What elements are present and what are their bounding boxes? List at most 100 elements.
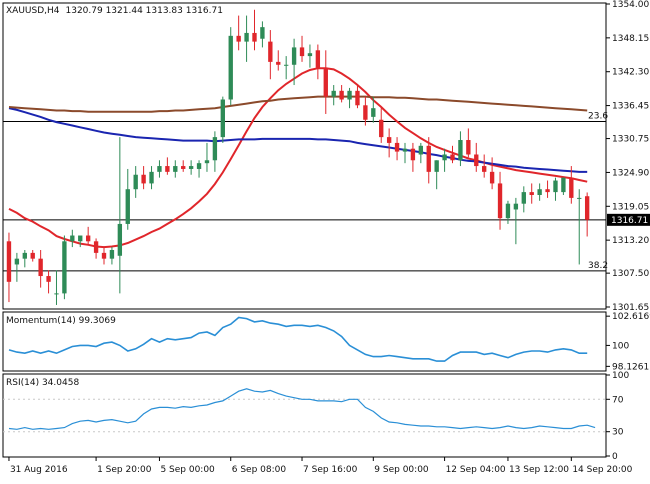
candle-body — [149, 171, 154, 184]
candle-body — [355, 90, 360, 106]
time-axis-label: 31 Aug 2016 — [10, 465, 68, 475]
candle-body — [291, 47, 297, 65]
rsi-axis-label: 70 — [612, 395, 624, 405]
candle-body — [569, 177, 574, 198]
time-axis-label: 5 Sep 00:00 — [160, 465, 215, 475]
symbol-label: XAUUSD,H4 — [6, 6, 60, 16]
candle-body — [196, 163, 202, 169]
candle-body — [85, 235, 91, 242]
price-axis-label: 1354.00 — [612, 0, 649, 10]
candle-bullish — [220, 96, 225, 143]
time-axis-label: 13 Sep 12:00 — [509, 465, 569, 475]
candle-body — [260, 27, 265, 39]
candle-body — [584, 196, 590, 220]
candle-body — [513, 203, 519, 210]
trading-chart: 1354.00 1348.15 1342.30 1336.45 1330.75 1324.… — [0, 0, 650, 480]
current-price-label: 1316.71 — [611, 216, 648, 226]
candle-body — [157, 166, 162, 172]
candle-body — [379, 119, 384, 138]
price-axis-label: 1330.75 — [612, 135, 649, 145]
candle-body — [299, 47, 305, 57]
candle-body — [117, 223, 123, 256]
candle-body — [418, 145, 424, 155]
momentum-axis-label: 102.6169 — [612, 312, 650, 322]
candle-body — [450, 154, 455, 161]
candle-bullish — [228, 27, 233, 106]
momentum-axis-label: 100 — [612, 341, 629, 351]
time-axis-label: 1 Sep 20:00 — [97, 465, 152, 475]
current-price-marker: 1316.71 — [607, 213, 650, 226]
candle-body — [307, 53, 313, 57]
price-axis-label: 1324.90 — [612, 168, 649, 178]
rsi-title: RSI(14) 34.0458 — [6, 378, 79, 388]
candle-body — [6, 241, 12, 282]
candle-body — [14, 258, 20, 265]
candle-body — [331, 90, 336, 97]
time-axis-label: 6 Sep 08:00 — [232, 465, 287, 475]
candle-body — [204, 160, 210, 164]
momentum-title: Momentum(14) 99.3069 — [6, 316, 116, 326]
candle-body — [537, 189, 542, 196]
candle-body — [347, 90, 352, 100]
price-axis-label: 1313.20 — [612, 236, 649, 246]
candle-body — [315, 50, 321, 68]
candle-body — [22, 252, 27, 259]
candle-body — [78, 235, 83, 242]
candle-body — [521, 192, 526, 204]
price-axis-label: 1348.15 — [612, 34, 649, 44]
candle-body — [276, 61, 281, 65]
price-axis-label: 1319.05 — [612, 202, 649, 212]
candle-body — [363, 105, 368, 120]
candle-body — [212, 137, 218, 161]
candle-body — [489, 171, 495, 184]
candle-body — [497, 183, 503, 219]
candle-body — [426, 145, 431, 172]
candle-body — [38, 258, 43, 277]
candle-body — [54, 293, 59, 295]
candle-body — [545, 189, 550, 193]
candle-body — [62, 241, 67, 294]
candle-body — [505, 203, 511, 219]
candle-body — [220, 99, 225, 138]
price-axis-label: 1307.50 — [612, 269, 649, 279]
candle-body — [244, 32, 249, 42]
candle-body — [402, 148, 408, 152]
price-axis-label: 1342.30 — [612, 68, 649, 78]
candle-body — [410, 148, 416, 161]
candle-body — [553, 180, 558, 193]
candle-body — [442, 154, 447, 161]
candle-body — [268, 41, 273, 62]
candle-body — [236, 35, 241, 42]
candle-body — [394, 142, 400, 152]
chart-container: 1354.00 1348.15 1342.30 1336.45 1330.75 1324.… — [0, 0, 650, 480]
time-axis-label: 14 Sep 20:00 — [572, 465, 632, 475]
rsi-axis-label: 0 — [612, 452, 618, 462]
time-axis-label: 12 Sep 04:00 — [446, 465, 506, 475]
candle-body — [252, 32, 257, 42]
candle-body — [93, 241, 99, 253]
price-axis-label: 1336.45 — [612, 102, 649, 112]
ohlc-label: 1320.79 1321.44 1313.83 1316.71 — [66, 6, 223, 16]
fib-level-label: 38.2 — [588, 261, 608, 271]
symbol-header: XAUUSD,H4 1320.79 1321.44 1313.83 1316.71 — [6, 6, 223, 16]
candle-body — [577, 197, 582, 199]
candle-body — [284, 64, 289, 66]
candle-body — [141, 174, 146, 184]
candle-body — [458, 140, 463, 161]
candle-body — [165, 166, 170, 172]
candle-body — [371, 108, 376, 117]
candle-bullish — [62, 235, 67, 300]
candle-body — [133, 174, 138, 190]
rsi-axis-label: 100 — [612, 371, 629, 381]
candle-body — [561, 177, 566, 193]
candle-body — [30, 252, 35, 259]
candle-body — [101, 252, 107, 259]
candle-body — [466, 140, 471, 155]
rsi-axis-label: 30 — [612, 428, 624, 438]
candle-body — [474, 154, 479, 167]
time-axis-label: 9 Sep 00:00 — [374, 465, 429, 475]
candle-body — [434, 160, 439, 172]
candle-body — [109, 249, 115, 259]
candle-body — [339, 90, 344, 100]
candle-body — [386, 137, 392, 143]
